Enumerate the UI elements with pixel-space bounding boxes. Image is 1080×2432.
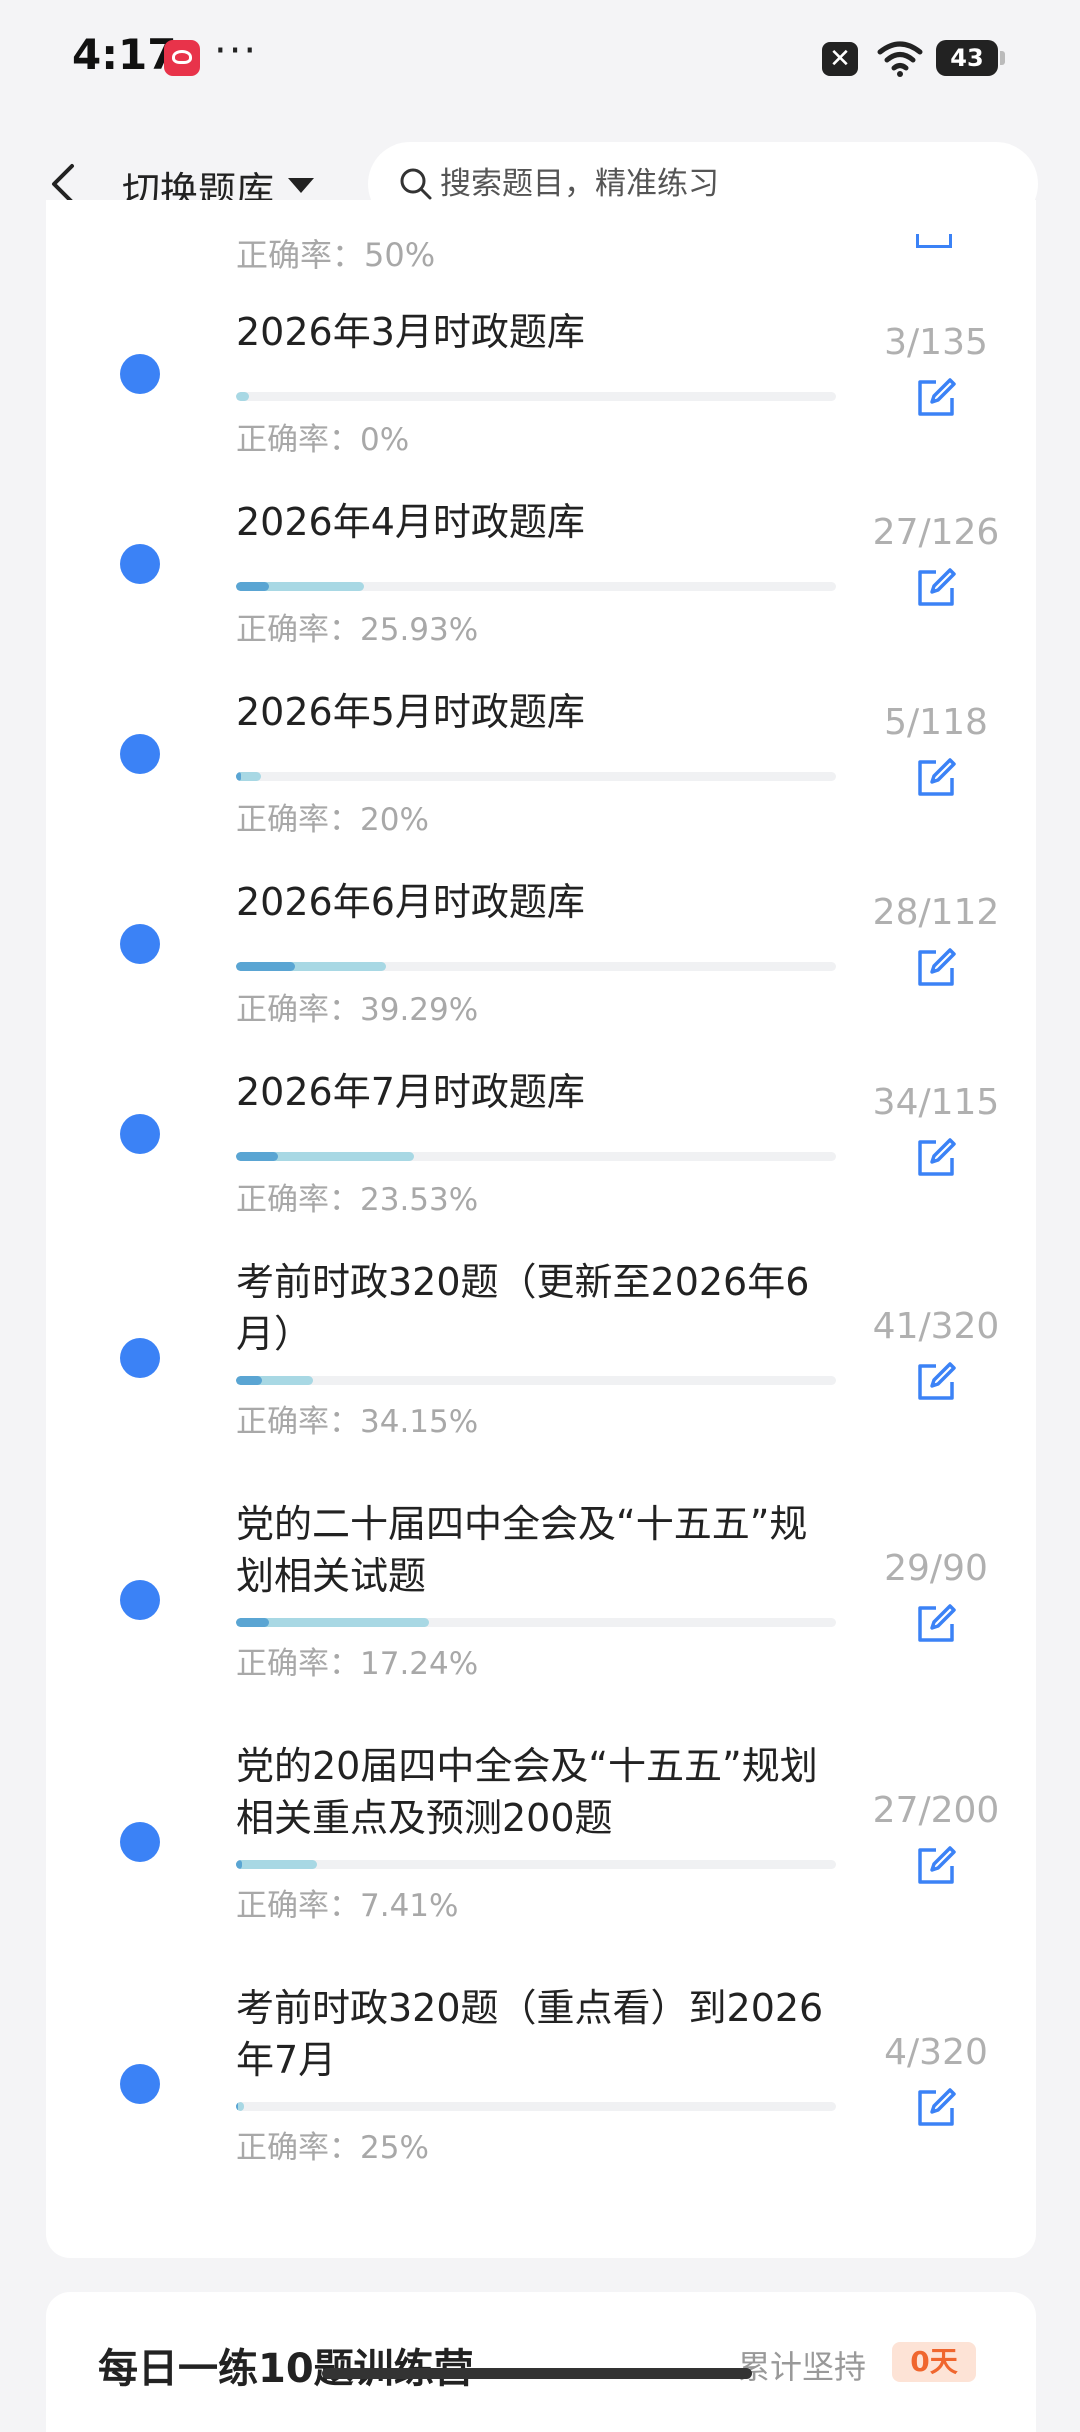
progress-correct-fill: [236, 1860, 242, 1869]
item-progress-bar: [236, 962, 836, 971]
item-accuracy: 正确率：25.93%: [236, 612, 479, 648]
item-progress-bar: [236, 392, 836, 401]
question-bank-item[interactable]: 2026年5月时政题库正确率：20% 5/118: [0, 686, 1080, 852]
item-progress-count: 3/135: [884, 322, 988, 363]
item-title: 考前时政320题（重点看）到2026年7月: [236, 1986, 824, 2082]
item-accuracy: 正确率：7.41%: [236, 1888, 459, 1924]
daily-practice-title: 每日一练10题训练营: [98, 2346, 474, 2392]
item-title: 2026年4月时政题库: [236, 500, 585, 544]
item-accuracy: 正确率：39.29%: [236, 992, 479, 1028]
status-time: 4:17: [72, 30, 177, 79]
item-status-dot: [120, 544, 160, 584]
progress-correct-fill: [236, 1152, 278, 1161]
item-progress-count: 5/118: [884, 702, 988, 743]
progress-done-fill: [236, 392, 250, 401]
item-accuracy: 正确率：20%: [236, 802, 429, 838]
app-notification-icon: [164, 40, 200, 76]
battery-icon: 43: [936, 40, 1005, 76]
item-progress-bar: [236, 2102, 836, 2111]
item-accuracy: 正确率：25%: [236, 2130, 429, 2166]
item-title: 2026年3月时政题库: [236, 310, 585, 354]
item-title: 党的二十届四中全会及“十五五”规划相关试题: [236, 1502, 808, 1598]
wifi-icon: [877, 41, 923, 77]
item-progress-count: 28/112: [872, 892, 1000, 933]
progress-correct-fill: [236, 2102, 238, 2111]
item-accuracy: 正确率：0%: [236, 422, 410, 458]
item-title: 2026年6月时政题库: [236, 880, 585, 924]
item-title: 党的20届四中全会及“十五五”规划相关重点及预测200题: [236, 1744, 818, 1840]
item-progress-bar: [236, 1152, 836, 1161]
item-accuracy: 正确率：17.24%: [236, 1646, 479, 1682]
daily-practice-card[interactable]: 每日一练10题训练营 累计坚持 0天: [46, 2292, 1036, 2432]
item-title: 2026年7月时政题库: [236, 1070, 585, 1114]
question-bank-item[interactable]: 2026年3月时政题库正确率：0% 3/135: [0, 306, 1080, 472]
question-bank-item[interactable]: 2026年4月时政题库正确率：25.93% 27/126: [0, 496, 1080, 662]
progress-correct-fill: [236, 1618, 270, 1627]
caret-down-icon[interactable]: [288, 178, 314, 193]
edit-icon[interactable]: [914, 566, 958, 610]
streak-label: 累计坚持: [738, 2348, 867, 2386]
item-progress-bar: [236, 1618, 836, 1627]
close-notification-icon: ✕: [822, 42, 858, 76]
item-progress-bar: [236, 772, 836, 781]
progress-done-fill: [236, 1860, 317, 1869]
item-status-dot: [120, 1822, 160, 1862]
edit-icon[interactable]: [914, 2086, 958, 2130]
item-status-dot: [120, 734, 160, 774]
item-progress-bar: [236, 1860, 836, 1869]
item-accuracy: 正确率：34.15%: [236, 1404, 479, 1440]
edit-icon[interactable]: [914, 1136, 958, 1180]
search-icon: [400, 168, 432, 200]
item-status-dot: [120, 354, 160, 394]
edit-icon[interactable]: [914, 1360, 958, 1404]
question-bank-item[interactable]: 考前时政320题（重点看）到2026年7月正确率：25% 4/320: [0, 1982, 1080, 2208]
item-status-dot: [120, 1338, 160, 1378]
partial-accuracy-text: 正确率：50%: [236, 236, 436, 274]
question-bank-item[interactable]: 党的二十届四中全会及“十五五”规划相关试题正确率：17.24% 29/90: [0, 1498, 1080, 1724]
question-bank-item[interactable]: 考前时政320题（更新至2026年6月） 正确率：34.15% 41/320: [0, 1256, 1080, 1482]
item-progress-count: 41/320: [872, 1306, 1000, 1347]
streak-badge: 0天: [892, 2342, 976, 2382]
item-status-dot: [120, 924, 160, 964]
status-bar: 4:17 ··· ✕ 43: [0, 0, 1080, 120]
partial-edit-icon[interactable]: [916, 234, 952, 248]
item-title: 2026年5月时政题库: [236, 690, 585, 734]
question-bank-item[interactable]: 2026年6月时政题库正确率：39.29% 28/112: [0, 876, 1080, 1042]
item-accuracy: 正确率：23.53%: [236, 1182, 479, 1218]
question-bank-item[interactable]: 党的20届四中全会及“十五五”规划相关重点及预测200题正确率：7.41% 27/…: [0, 1740, 1080, 1966]
edit-icon[interactable]: [914, 946, 958, 990]
edit-icon[interactable]: [914, 1602, 958, 1646]
item-status-dot: [120, 2064, 160, 2104]
edit-icon[interactable]: [914, 1844, 958, 1888]
progress-correct-fill: [236, 962, 295, 971]
edit-icon[interactable]: [914, 376, 958, 420]
home-indicator[interactable]: [322, 2368, 752, 2379]
item-status-dot: [120, 1580, 160, 1620]
more-notifications-icon: ···: [214, 28, 259, 74]
progress-correct-fill: [236, 772, 242, 781]
item-title: 考前时政320题（更新至2026年6月）: [236, 1260, 810, 1356]
item-progress-count: 29/90: [884, 1548, 988, 1589]
edit-icon[interactable]: [914, 756, 958, 800]
item-progress-count: 4/320: [884, 2032, 988, 2073]
question-bank-item[interactable]: 2026年7月时政题库正确率：23.53% 34/115: [0, 1066, 1080, 1232]
item-progress-bar: [236, 1376, 836, 1385]
item-progress-count: 27/200: [872, 1790, 1000, 1831]
item-progress-count: 34/115: [872, 1082, 1000, 1123]
item-status-dot: [120, 1114, 160, 1154]
progress-correct-fill: [236, 582, 270, 591]
item-progress-bar: [236, 582, 836, 591]
progress-correct-fill: [236, 1376, 263, 1385]
item-progress-count: 27/126: [872, 512, 1000, 553]
